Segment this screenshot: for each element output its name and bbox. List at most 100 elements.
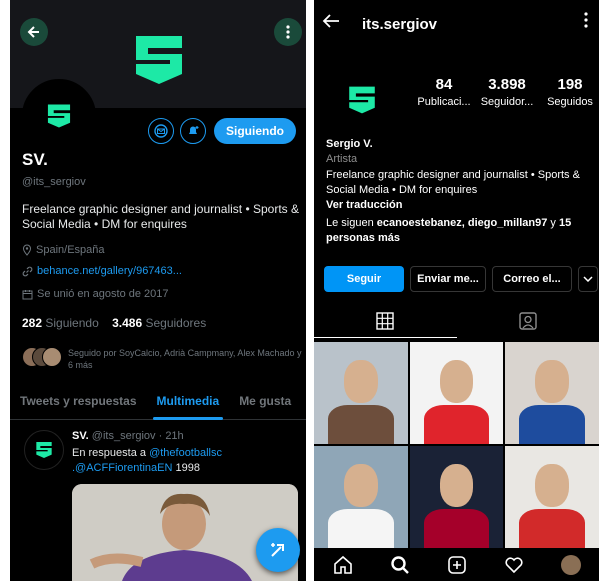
posts-stat[interactable]: 84 Publicaci... bbox=[417, 76, 471, 108]
username: its.sergiov bbox=[362, 16, 438, 33]
following-count: 198 bbox=[557, 76, 583, 93]
email-button[interactable]: Correo el... bbox=[492, 266, 572, 292]
profile-category: Artista bbox=[326, 153, 358, 165]
follow-button[interactable]: Seguir bbox=[324, 266, 404, 292]
grid-post[interactable] bbox=[314, 342, 408, 444]
brand-logo-icon bbox=[36, 442, 52, 458]
nav-home[interactable] bbox=[329, 551, 357, 579]
posts-count: 84 bbox=[435, 76, 453, 93]
back-button[interactable] bbox=[20, 18, 48, 46]
brand-logo-icon bbox=[136, 36, 182, 84]
following-count-link[interactable]: 282 Siguiendo bbox=[22, 316, 99, 330]
followed-by[interactable]: Le siguen ecanoestebanez, diego_millan97… bbox=[326, 216, 596, 246]
heart-icon bbox=[504, 556, 523, 573]
posts-label: Publicaci... bbox=[417, 96, 471, 108]
followers-label: Seguidores bbox=[145, 316, 207, 330]
tab-tagged[interactable] bbox=[457, 304, 599, 338]
nav-profile[interactable] bbox=[557, 551, 585, 579]
avatar[interactable] bbox=[326, 64, 398, 136]
post-figure-head bbox=[535, 360, 569, 404]
post-figure-head bbox=[343, 464, 378, 508]
link-icon bbox=[22, 266, 33, 276]
mention-link[interactable]: .@ACFFiorentinaEN bbox=[72, 462, 172, 474]
profile-tabs: Tweets y respuestas Multimedia Me gusta bbox=[10, 384, 306, 420]
followers-stat[interactable]: 3.898 Seguidor... bbox=[475, 76, 539, 108]
location-pin-icon bbox=[22, 244, 32, 256]
posts-grid bbox=[314, 342, 599, 548]
tweet-author: SV. bbox=[72, 430, 89, 442]
post-figure-head bbox=[535, 464, 569, 508]
nav-new-post[interactable] bbox=[443, 551, 471, 579]
compose-button[interactable] bbox=[256, 528, 300, 572]
profile-tabs bbox=[314, 304, 599, 338]
back-button[interactable] bbox=[322, 12, 340, 35]
nav-activity[interactable] bbox=[500, 551, 528, 579]
bottom-nav bbox=[314, 548, 599, 581]
followers-count-link[interactable]: 3.486 Seguidores bbox=[112, 316, 206, 330]
grid-post[interactable] bbox=[409, 446, 504, 548]
follower-avatars bbox=[22, 347, 62, 369]
grid-icon bbox=[376, 311, 394, 330]
following-count: 282 bbox=[22, 316, 43, 330]
notifications-button[interactable] bbox=[180, 118, 206, 144]
post-figure-head bbox=[439, 464, 474, 508]
message-button[interactable] bbox=[148, 118, 174, 144]
nav-search[interactable] bbox=[386, 551, 414, 579]
followed-prefix: Le siguen bbox=[326, 217, 377, 229]
profile-location: Spain/España bbox=[22, 244, 105, 256]
following-button[interactable]: Siguiendo bbox=[214, 118, 296, 144]
tweet-body: 1998 bbox=[172, 462, 200, 474]
compose-plus-icon bbox=[271, 543, 284, 557]
avatar bbox=[42, 347, 62, 367]
add-post-icon bbox=[447, 555, 466, 574]
twitter-profile-panel: Siguiendo SV. @its_sergiov Freelance gra… bbox=[10, 0, 306, 581]
tab-grid[interactable] bbox=[314, 304, 457, 338]
profile-bio: Freelance graphic designer and journalis… bbox=[326, 169, 580, 196]
search-icon bbox=[390, 555, 409, 574]
arrow-left-icon bbox=[322, 14, 339, 28]
followed-by[interactable]: Seguido por SoyCalcio, Adrià Campmany, A… bbox=[22, 347, 302, 371]
message-button[interactable]: Enviar me... bbox=[410, 266, 486, 292]
avatar bbox=[560, 554, 581, 575]
tab-media[interactable]: Multimedia bbox=[147, 384, 230, 420]
following-stat[interactable]: 198 Seguidos bbox=[542, 76, 598, 108]
suggested-dropdown-button[interactable] bbox=[578, 266, 598, 292]
profile-link[interactable]: behance.net/gallery/967463... bbox=[22, 265, 182, 277]
grid-post[interactable] bbox=[505, 446, 599, 548]
grid-post[interactable] bbox=[409, 342, 504, 444]
tab-likes[interactable]: Me gusta bbox=[229, 384, 301, 419]
following-label: Siguiendo bbox=[45, 316, 99, 330]
tab-tweets-replies[interactable]: Tweets y respuestas bbox=[10, 384, 147, 419]
followers-label: Seguidor... bbox=[480, 96, 534, 108]
followers-count: 3.898 bbox=[488, 76, 526, 93]
grid-post[interactable] bbox=[505, 342, 599, 444]
home-icon bbox=[333, 555, 352, 574]
brand-logo-icon bbox=[47, 104, 71, 128]
profile-name: Sergio V. bbox=[326, 138, 373, 150]
tweet-avatar[interactable] bbox=[24, 430, 64, 470]
tagged-user-icon bbox=[519, 312, 537, 330]
post-figure-body bbox=[423, 405, 490, 444]
more-options-button[interactable] bbox=[274, 18, 302, 46]
calendar-icon bbox=[22, 289, 33, 299]
joined-text: Se unió en agosto de 2017 bbox=[37, 288, 169, 300]
more-options-button[interactable] bbox=[584, 12, 588, 33]
followed-mid: y bbox=[547, 217, 559, 229]
post-figure-body bbox=[423, 509, 490, 548]
post-figure-body bbox=[519, 509, 585, 548]
location-text: Spain/España bbox=[36, 244, 105, 256]
follow-counts: 282 Siguiendo 3.486 Seguidores bbox=[22, 316, 206, 330]
avatar[interactable] bbox=[22, 79, 96, 153]
post-figure-head bbox=[439, 360, 474, 404]
brand-logo-icon bbox=[349, 86, 375, 114]
post-figure-body bbox=[328, 509, 394, 548]
mail-icon bbox=[154, 124, 168, 138]
joined-date: Se unió en agosto de 2017 bbox=[22, 288, 169, 300]
see-translation-link[interactable]: Ver traducción bbox=[326, 199, 402, 211]
tweet-header: SV. @its_sergiov · 21h bbox=[72, 430, 184, 442]
display-name: SV. bbox=[22, 150, 48, 169]
grid-post[interactable] bbox=[314, 446, 408, 548]
reply-mention-link[interactable]: @thefootballsc bbox=[149, 447, 222, 459]
link-text[interactable]: behance.net/gallery/967463... bbox=[37, 265, 182, 277]
tweet-text: En respuesta a @thefootballsc .@ACFFiore… bbox=[72, 446, 298, 476]
